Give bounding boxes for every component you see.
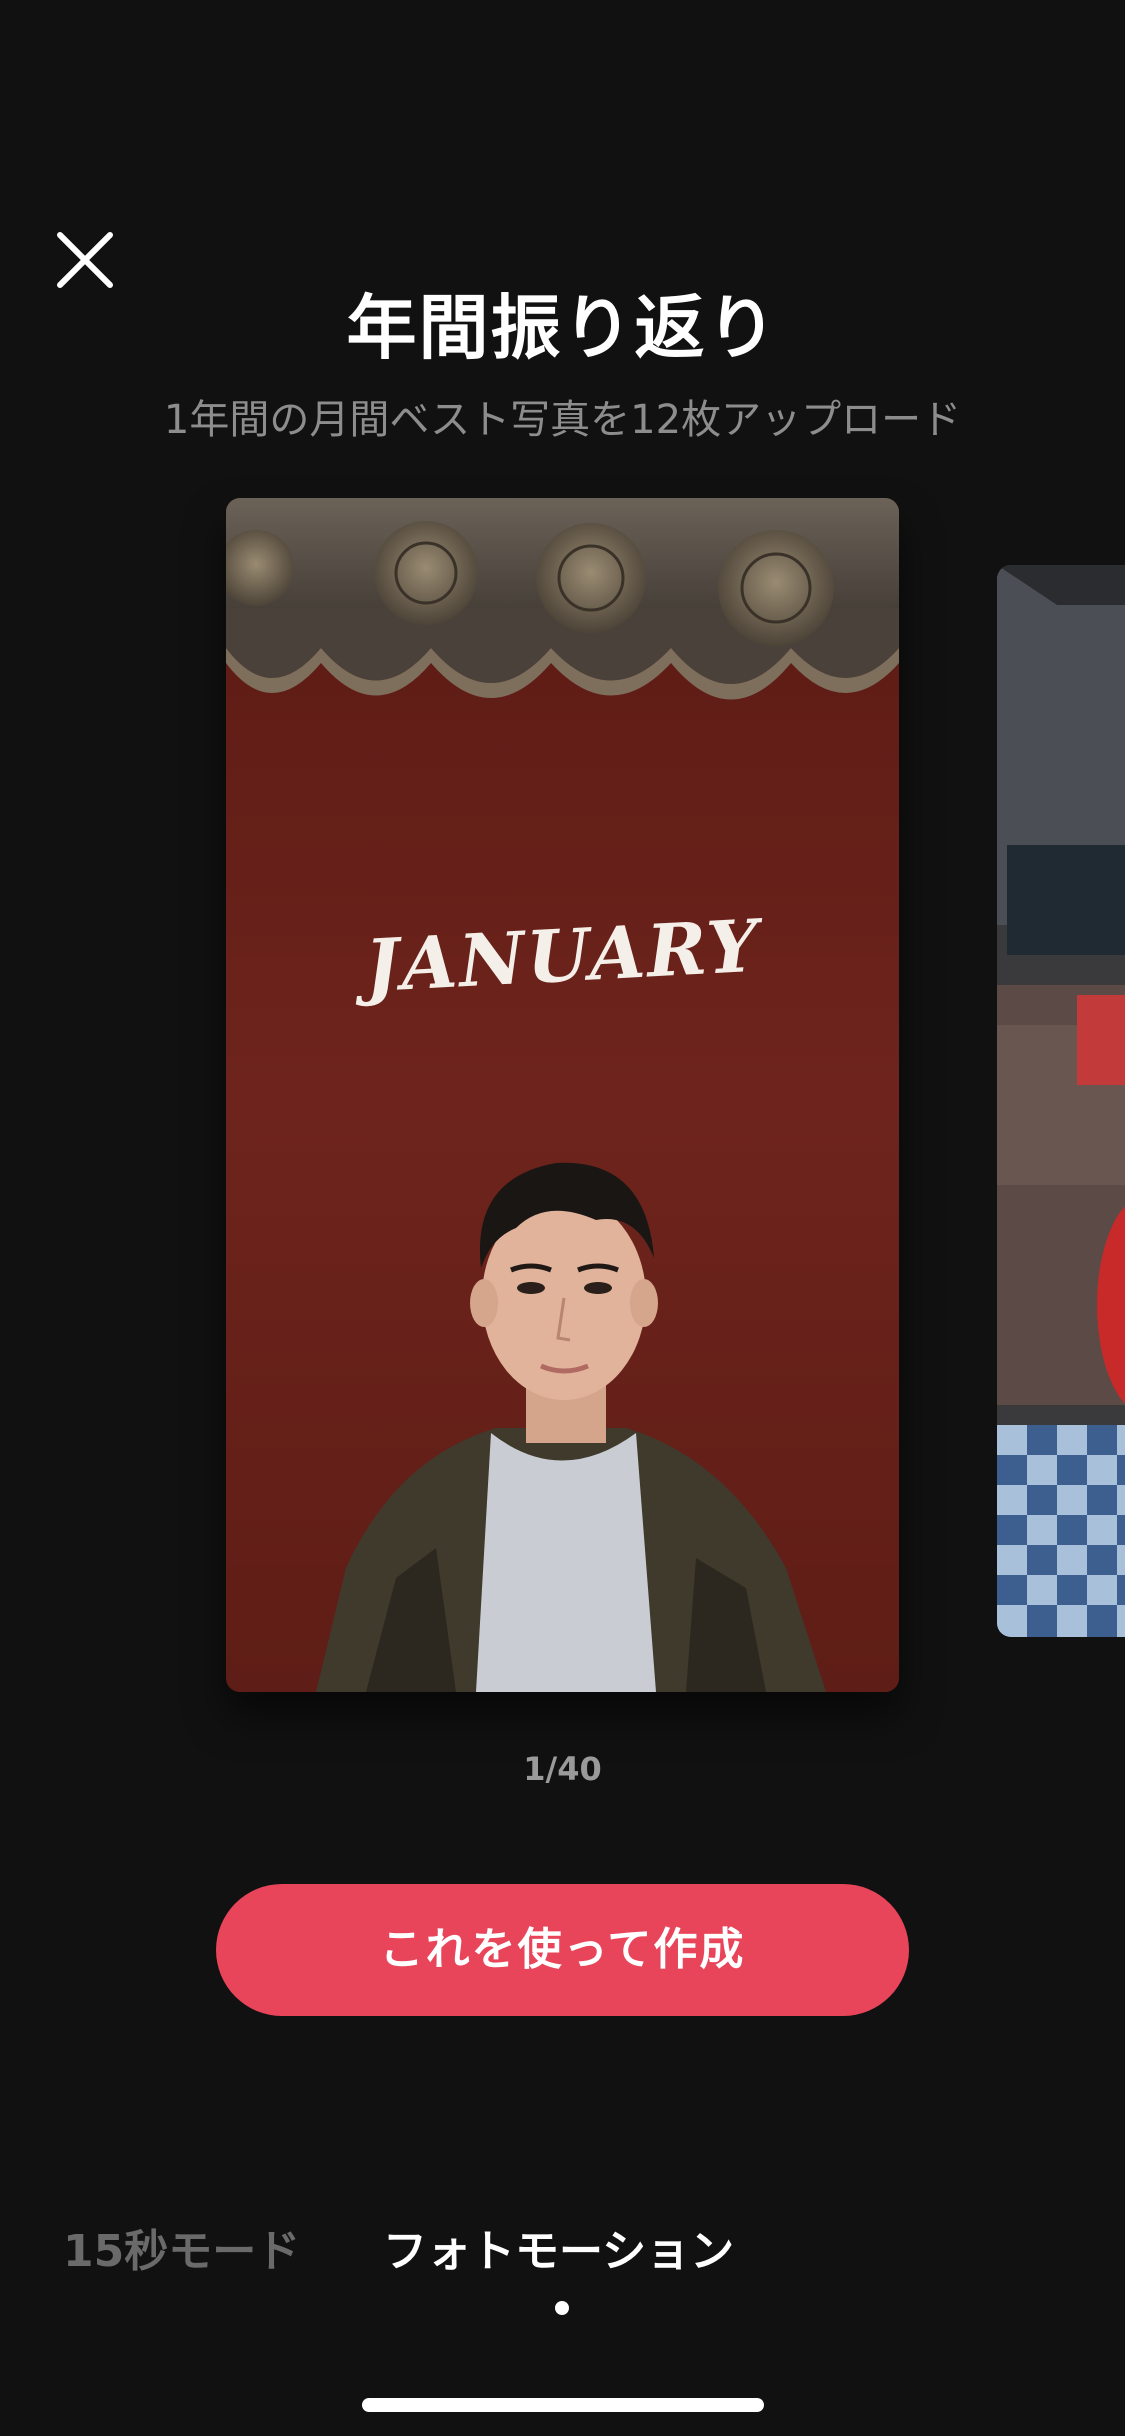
selected-tab-indicator bbox=[555, 2301, 569, 2315]
template-preview-image bbox=[226, 498, 899, 1692]
use-template-button[interactable]: これを使って作成 bbox=[216, 1884, 909, 2016]
next-template-card[interactable] bbox=[997, 565, 1125, 1637]
tab-15s-mode[interactable]: 15秒モード bbox=[63, 2222, 300, 2282]
page-title: 年間振り返り bbox=[346, 287, 779, 369]
template-preview-card[interactable]: JANUARY bbox=[226, 498, 899, 1692]
page-indicator: 1/40 bbox=[523, 1750, 602, 1788]
next-template-image bbox=[997, 565, 1125, 1637]
page-subtitle: 1年間の月間ベスト写真を12枚アップロード bbox=[163, 397, 962, 443]
tab-photo-motion[interactable]: フォトモーション bbox=[383, 2222, 734, 2282]
home-indicator[interactable] bbox=[362, 2398, 764, 2412]
